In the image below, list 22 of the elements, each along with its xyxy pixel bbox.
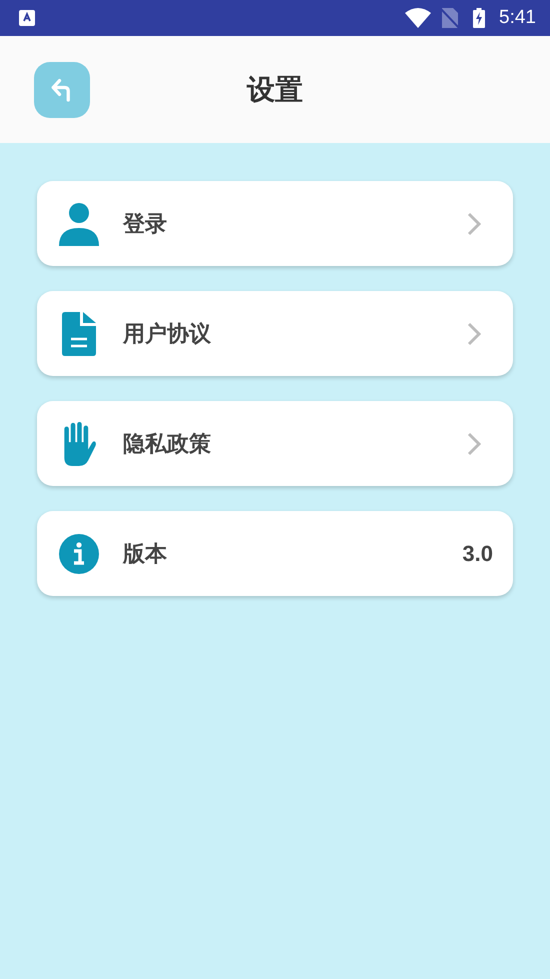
chevron-right-icon	[467, 432, 481, 456]
chevron-right-icon	[467, 322, 481, 346]
battery-charging-icon	[473, 8, 486, 28]
settings-item[interactable]: 用户协议	[37, 291, 513, 376]
item-label: 用户协议	[123, 320, 212, 348]
item-label: 隐私政策	[123, 430, 212, 458]
wifi-icon	[405, 8, 432, 28]
chevron-right-icon	[467, 212, 481, 236]
status-time: 5:41	[499, 7, 536, 29]
document-icon	[59, 312, 99, 356]
info-icon	[59, 532, 99, 576]
back-button[interactable]	[34, 62, 90, 118]
settings-item[interactable]: 登录	[37, 181, 513, 266]
person-icon	[59, 202, 99, 246]
page-title: 设置	[247, 72, 303, 108]
app-notification-icon	[19, 10, 35, 26]
no-sim-icon	[441, 8, 460, 28]
settings-item[interactable]: 隐私政策	[37, 401, 513, 486]
item-label: 登录	[123, 210, 168, 238]
item-label: 版本	[123, 540, 168, 568]
settings-item[interactable]: 版本 3.0	[37, 511, 513, 596]
version-value: 3.0	[462, 540, 493, 566]
